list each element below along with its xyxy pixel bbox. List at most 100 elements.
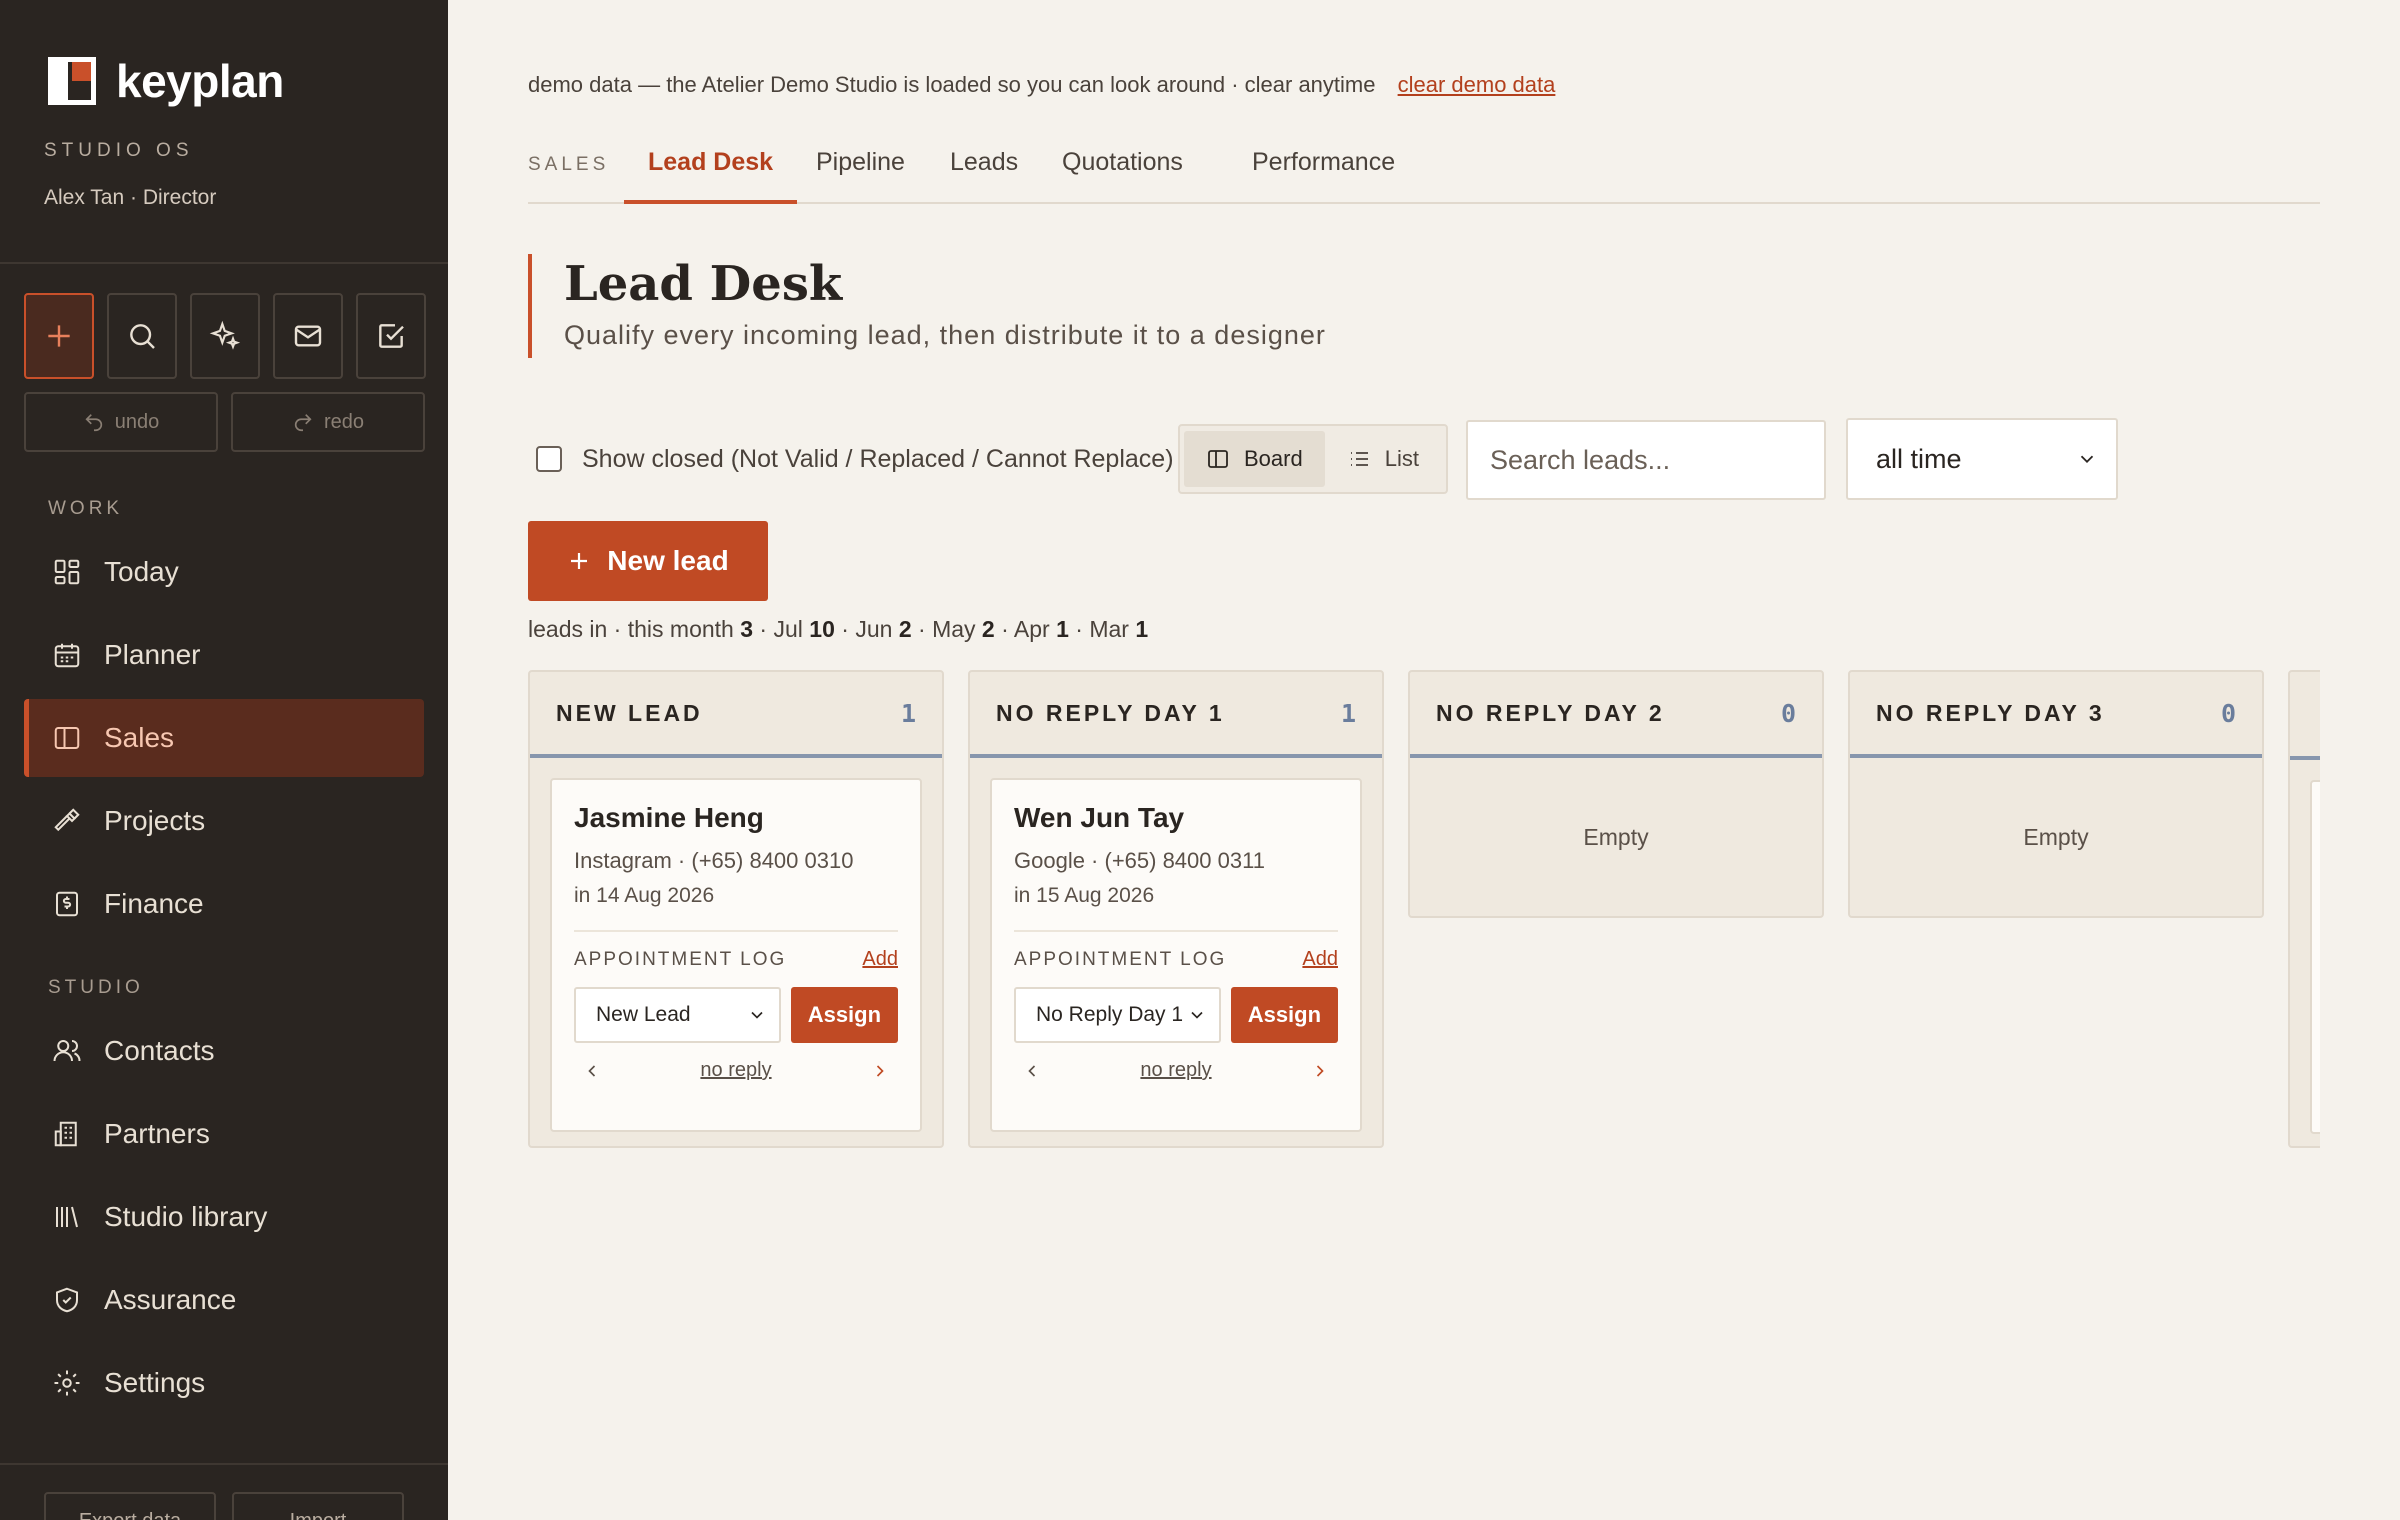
export-data-button[interactable]: Export data — [44, 1492, 216, 1520]
card-actions: New Lead Assign — [574, 987, 898, 1043]
lead-card[interactable]: Wen Jun Tay Google · (+65) 8400 0311 in … — [990, 778, 1362, 1132]
column-title: NO REPLY DAY 1 — [996, 699, 1225, 726]
card-divider — [574, 930, 898, 932]
column-count: 1 — [900, 698, 916, 728]
sidebar-item-partners[interactable]: Partners — [24, 1095, 424, 1173]
keyplan-logo-icon — [48, 57, 96, 105]
columns-icon — [54, 727, 80, 749]
appointment-log-label: APPOINTMENT LOG — [574, 948, 787, 970]
hammer-icon — [54, 808, 80, 832]
assign-button[interactable]: Assign — [1230, 987, 1338, 1043]
lead-source-phone: Instagram · (+65) 8400 0310 — [574, 848, 854, 873]
stage-select[interactable]: No Reply Day 1 — [1014, 987, 1221, 1043]
sidebar-item-assurance[interactable]: Assurance — [24, 1261, 424, 1339]
no-reply-link[interactable]: no reply — [700, 1059, 771, 1082]
sidebar-item-planner[interactable]: Planner — [24, 616, 424, 694]
add-appointment-link[interactable]: Add — [862, 948, 898, 971]
lead-card[interactable]: Jasmine Heng Instagram · (+65) 8400 0310… — [550, 778, 922, 1132]
brand-name: keyplan — [116, 55, 284, 107]
column-no-reply-day-1: NO REPLY DAY 1 1 Wen Jun Tay Google · (+… — [968, 670, 1384, 1148]
column-empty-state: Empty — [1583, 823, 1649, 850]
quick-ai-button[interactable] — [190, 293, 260, 379]
count-this-month: 3 — [740, 616, 754, 642]
column-header: NO REPLY DAY 1 1 — [970, 672, 1382, 758]
counts-prefix: leads in — [528, 616, 608, 642]
no-reply-link[interactable]: no reply — [1140, 1059, 1211, 1082]
column-header-bar — [2290, 756, 2320, 760]
mail-icon — [294, 325, 322, 347]
column-partial — [2288, 670, 2320, 1148]
sales-tabs: SALES Lead Desk Pipeline Leads Quotation… — [528, 140, 2320, 204]
redo-button[interactable]: redo — [231, 392, 425, 452]
sidebar-item-label: Today — [104, 556, 179, 587]
new-lead-button[interactable]: New lead — [528, 521, 768, 601]
sidebar-item-label: Settings — [104, 1367, 206, 1398]
receipt-icon — [56, 891, 78, 917]
quick-mail-button[interactable] — [273, 293, 343, 379]
history-controls: undo redo — [24, 392, 425, 452]
chevron-right-icon[interactable] — [870, 1061, 890, 1081]
column-count: 0 — [1780, 698, 1796, 728]
lead-name: Wen Jun Tay — [1014, 802, 1185, 833]
tab-performance[interactable]: Performance — [1228, 148, 1419, 204]
lead-date: in 14 Aug 2026 — [574, 884, 715, 907]
import-button[interactable]: Import — [232, 1492, 404, 1520]
period-select[interactable]: all time — [1846, 418, 2118, 500]
sidebar-item-label: Planner — [104, 639, 201, 670]
lead-date: in 15 Aug 2026 — [1014, 884, 1155, 907]
quick-add-button[interactable] — [24, 293, 94, 379]
tab-lead-desk[interactable]: Lead Desk — [624, 148, 798, 204]
search-icon — [130, 324, 155, 349]
search-leads-input[interactable] — [1466, 420, 1826, 500]
sidebar-item-settings[interactable]: Settings — [24, 1344, 424, 1422]
count-label: this month — [627, 616, 734, 642]
tab-leads[interactable]: Leads — [926, 148, 1042, 204]
sidebar-item-today[interactable]: Today — [24, 533, 424, 611]
add-appointment-link[interactable]: Add — [1302, 948, 1338, 971]
tab-quotations[interactable]: Quotations — [1038, 148, 1207, 204]
chevron-right-icon[interactable] — [1310, 1061, 1330, 1081]
assign-button[interactable]: Assign — [790, 987, 898, 1043]
tab-pipeline[interactable]: Pipeline — [792, 148, 929, 204]
demo-banner: demo data — the Atelier Demo Studio is l… — [528, 72, 1555, 98]
stage-select[interactable]: New Lead — [574, 987, 781, 1043]
chevron-left-icon[interactable] — [1022, 1061, 1042, 1081]
list-icon — [1350, 452, 1368, 466]
chevron-left-icon[interactable] — [582, 1061, 602, 1081]
lead-toolbar: Show closed (Not Valid / Replaced / Cann… — [528, 418, 2128, 500]
sidebar-item-sales[interactable]: Sales — [24, 699, 424, 777]
sidebar-item-label: Assurance — [104, 1284, 237, 1315]
count-label: Jun — [855, 616, 893, 642]
new-lead-label: New lead — [607, 545, 729, 576]
building-icon — [54, 1121, 77, 1147]
sidebar-item-contacts[interactable]: Contacts — [24, 1012, 424, 1090]
clear-demo-link[interactable]: clear demo data — [1398, 72, 1556, 97]
sidebar-item-finance[interactable]: Finance — [24, 865, 424, 943]
undo-button[interactable]: undo — [24, 392, 218, 452]
lead-counts: leads in · this month 3 · Jul 10 · Jun 2… — [528, 616, 1149, 642]
quick-tasks-button[interactable] — [356, 293, 426, 379]
column-empty-state: Empty — [2023, 823, 2089, 850]
brand[interactable]: keyplan — [48, 54, 284, 108]
list-view-button[interactable]: List — [1325, 431, 1441, 487]
shield-icon — [56, 1287, 78, 1313]
dashboard-icon — [54, 559, 80, 585]
list-view-label: List — [1384, 446, 1419, 471]
lead-card[interactable] — [2310, 780, 2320, 1134]
sidebar-item-studio-library[interactable]: Studio library — [24, 1178, 424, 1256]
count-jul: 10 — [809, 616, 835, 642]
column-header: NEW LEAD 1 — [530, 672, 942, 758]
stage-select-value: New Lead — [596, 1003, 691, 1026]
sidebar-item-projects[interactable]: Projects — [24, 782, 424, 860]
page-header: Lead Desk Qualify every incoming lead, t… — [528, 254, 1326, 358]
card-divider — [1014, 930, 1338, 932]
board-view-button[interactable]: Board — [1184, 431, 1325, 487]
quick-search-button[interactable] — [107, 293, 177, 379]
show-closed-label[interactable]: Show closed (Not Valid / Replaced / Cann… — [582, 445, 1174, 474]
redo-label: redo — [323, 410, 365, 433]
show-closed-checkbox[interactable] — [536, 446, 562, 472]
users-icon — [53, 1040, 81, 1062]
column-no-reply-day-3: NO REPLY DAY 3 0 Empty — [1848, 670, 2264, 918]
quick-actions — [24, 293, 426, 379]
stage-nav: no reply — [574, 1059, 898, 1082]
